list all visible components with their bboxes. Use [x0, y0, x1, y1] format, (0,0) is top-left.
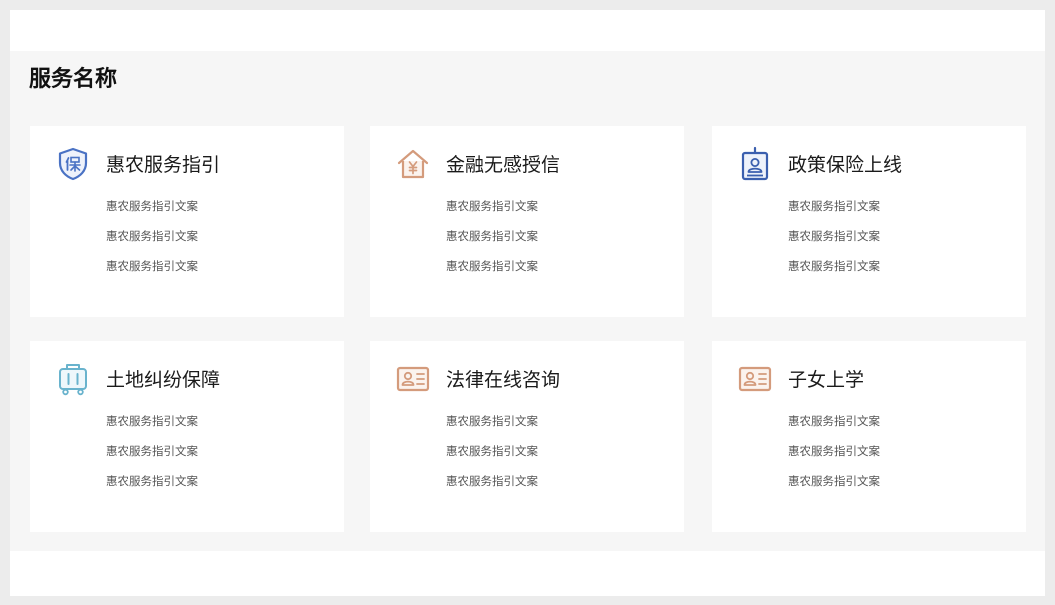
card-description-list: 惠农服务指引文案 惠农服务指引文案 惠农服务指引文案 [106, 198, 198, 288]
card-description-line: 惠农服务指引文案 [106, 444, 198, 458]
card-description-line: 惠农服务指引文案 [106, 414, 198, 428]
card-description-line: 惠农服务指引文案 [446, 474, 538, 488]
card-description-line: 惠农服务指引文案 [788, 414, 880, 428]
card-description-line: 惠农服务指引文案 [446, 414, 538, 428]
service-card-finance[interactable]: 金融无感授信 惠农服务指引文案 惠农服务指引文案 惠农服务指引文案 [370, 126, 684, 317]
card-description-list: 惠农服务指引文案 惠农服务指引文案 惠农服务指引文案 [446, 198, 538, 288]
service-card-education[interactable]: 子女上学 惠农服务指引文案 惠农服务指引文案 惠农服务指引文案 [712, 341, 1026, 532]
luggage-cart-icon [55, 361, 91, 397]
service-card-legal[interactable]: 法律在线咨询 惠农服务指引文案 惠农服务指引文案 惠农服务指引文案 [370, 341, 684, 532]
card-description-line: 惠农服务指引文案 [106, 474, 198, 488]
card-description-line: 惠农服务指引文案 [788, 444, 880, 458]
card-description-line: 惠农服务指引文案 [788, 259, 880, 273]
card-title: 惠农服务指引 [106, 154, 221, 176]
card-title: 子女上学 [788, 369, 865, 391]
card-description-line: 惠农服务指引文案 [106, 199, 198, 213]
house-yen-icon [395, 146, 431, 182]
card-description-line: 惠农服务指引文案 [446, 259, 538, 273]
card-description-line: 惠农服务指引文案 [106, 229, 198, 243]
id-card-icon [737, 361, 773, 397]
card-description-line: 惠农服务指引文案 [446, 444, 538, 458]
card-title: 土地纠纷保障 [106, 369, 221, 391]
card-description-line: 惠农服务指引文案 [106, 259, 198, 273]
card-description-line: 惠农服务指引文案 [788, 229, 880, 243]
card-description-list: 惠农服务指引文案 惠农服务指引文案 惠农服务指引文案 [788, 198, 880, 288]
section-title: 服务名称 [29, 67, 118, 92]
card-description-line: 惠农服务指引文案 [446, 229, 538, 243]
card-description-line: 惠农服务指引文案 [788, 199, 880, 213]
service-card-huinong[interactable]: 惠农服务指引 惠农服务指引文案 惠农服务指引文案 惠农服务指引文案 [30, 126, 344, 317]
card-title: 政策保险上线 [788, 154, 903, 176]
service-card-policy-insurance[interactable]: 政策保险上线 惠农服务指引文案 惠农服务指引文案 惠农服务指引文案 [712, 126, 1026, 317]
id-card-icon [395, 361, 431, 397]
card-description-line: 惠农服务指引文案 [446, 199, 538, 213]
card-description-list: 惠农服务指引文案 惠农服务指引文案 惠农服务指引文案 [788, 413, 880, 503]
card-description-list: 惠农服务指引文案 惠农服务指引文案 惠农服务指引文案 [106, 413, 198, 503]
card-title: 金融无感授信 [446, 154, 561, 176]
card-description-list: 惠农服务指引文案 惠农服务指引文案 惠农服务指引文案 [446, 413, 538, 503]
card-description-line: 惠农服务指引文案 [788, 474, 880, 488]
badge-card-icon [737, 146, 773, 182]
insurance-shield-icon [55, 146, 91, 182]
service-card-land-dispute[interactable]: 土地纠纷保障 惠农服务指引文案 惠农服务指引文案 惠农服务指引文案 [30, 341, 344, 532]
card-title: 法律在线咨询 [446, 369, 561, 391]
